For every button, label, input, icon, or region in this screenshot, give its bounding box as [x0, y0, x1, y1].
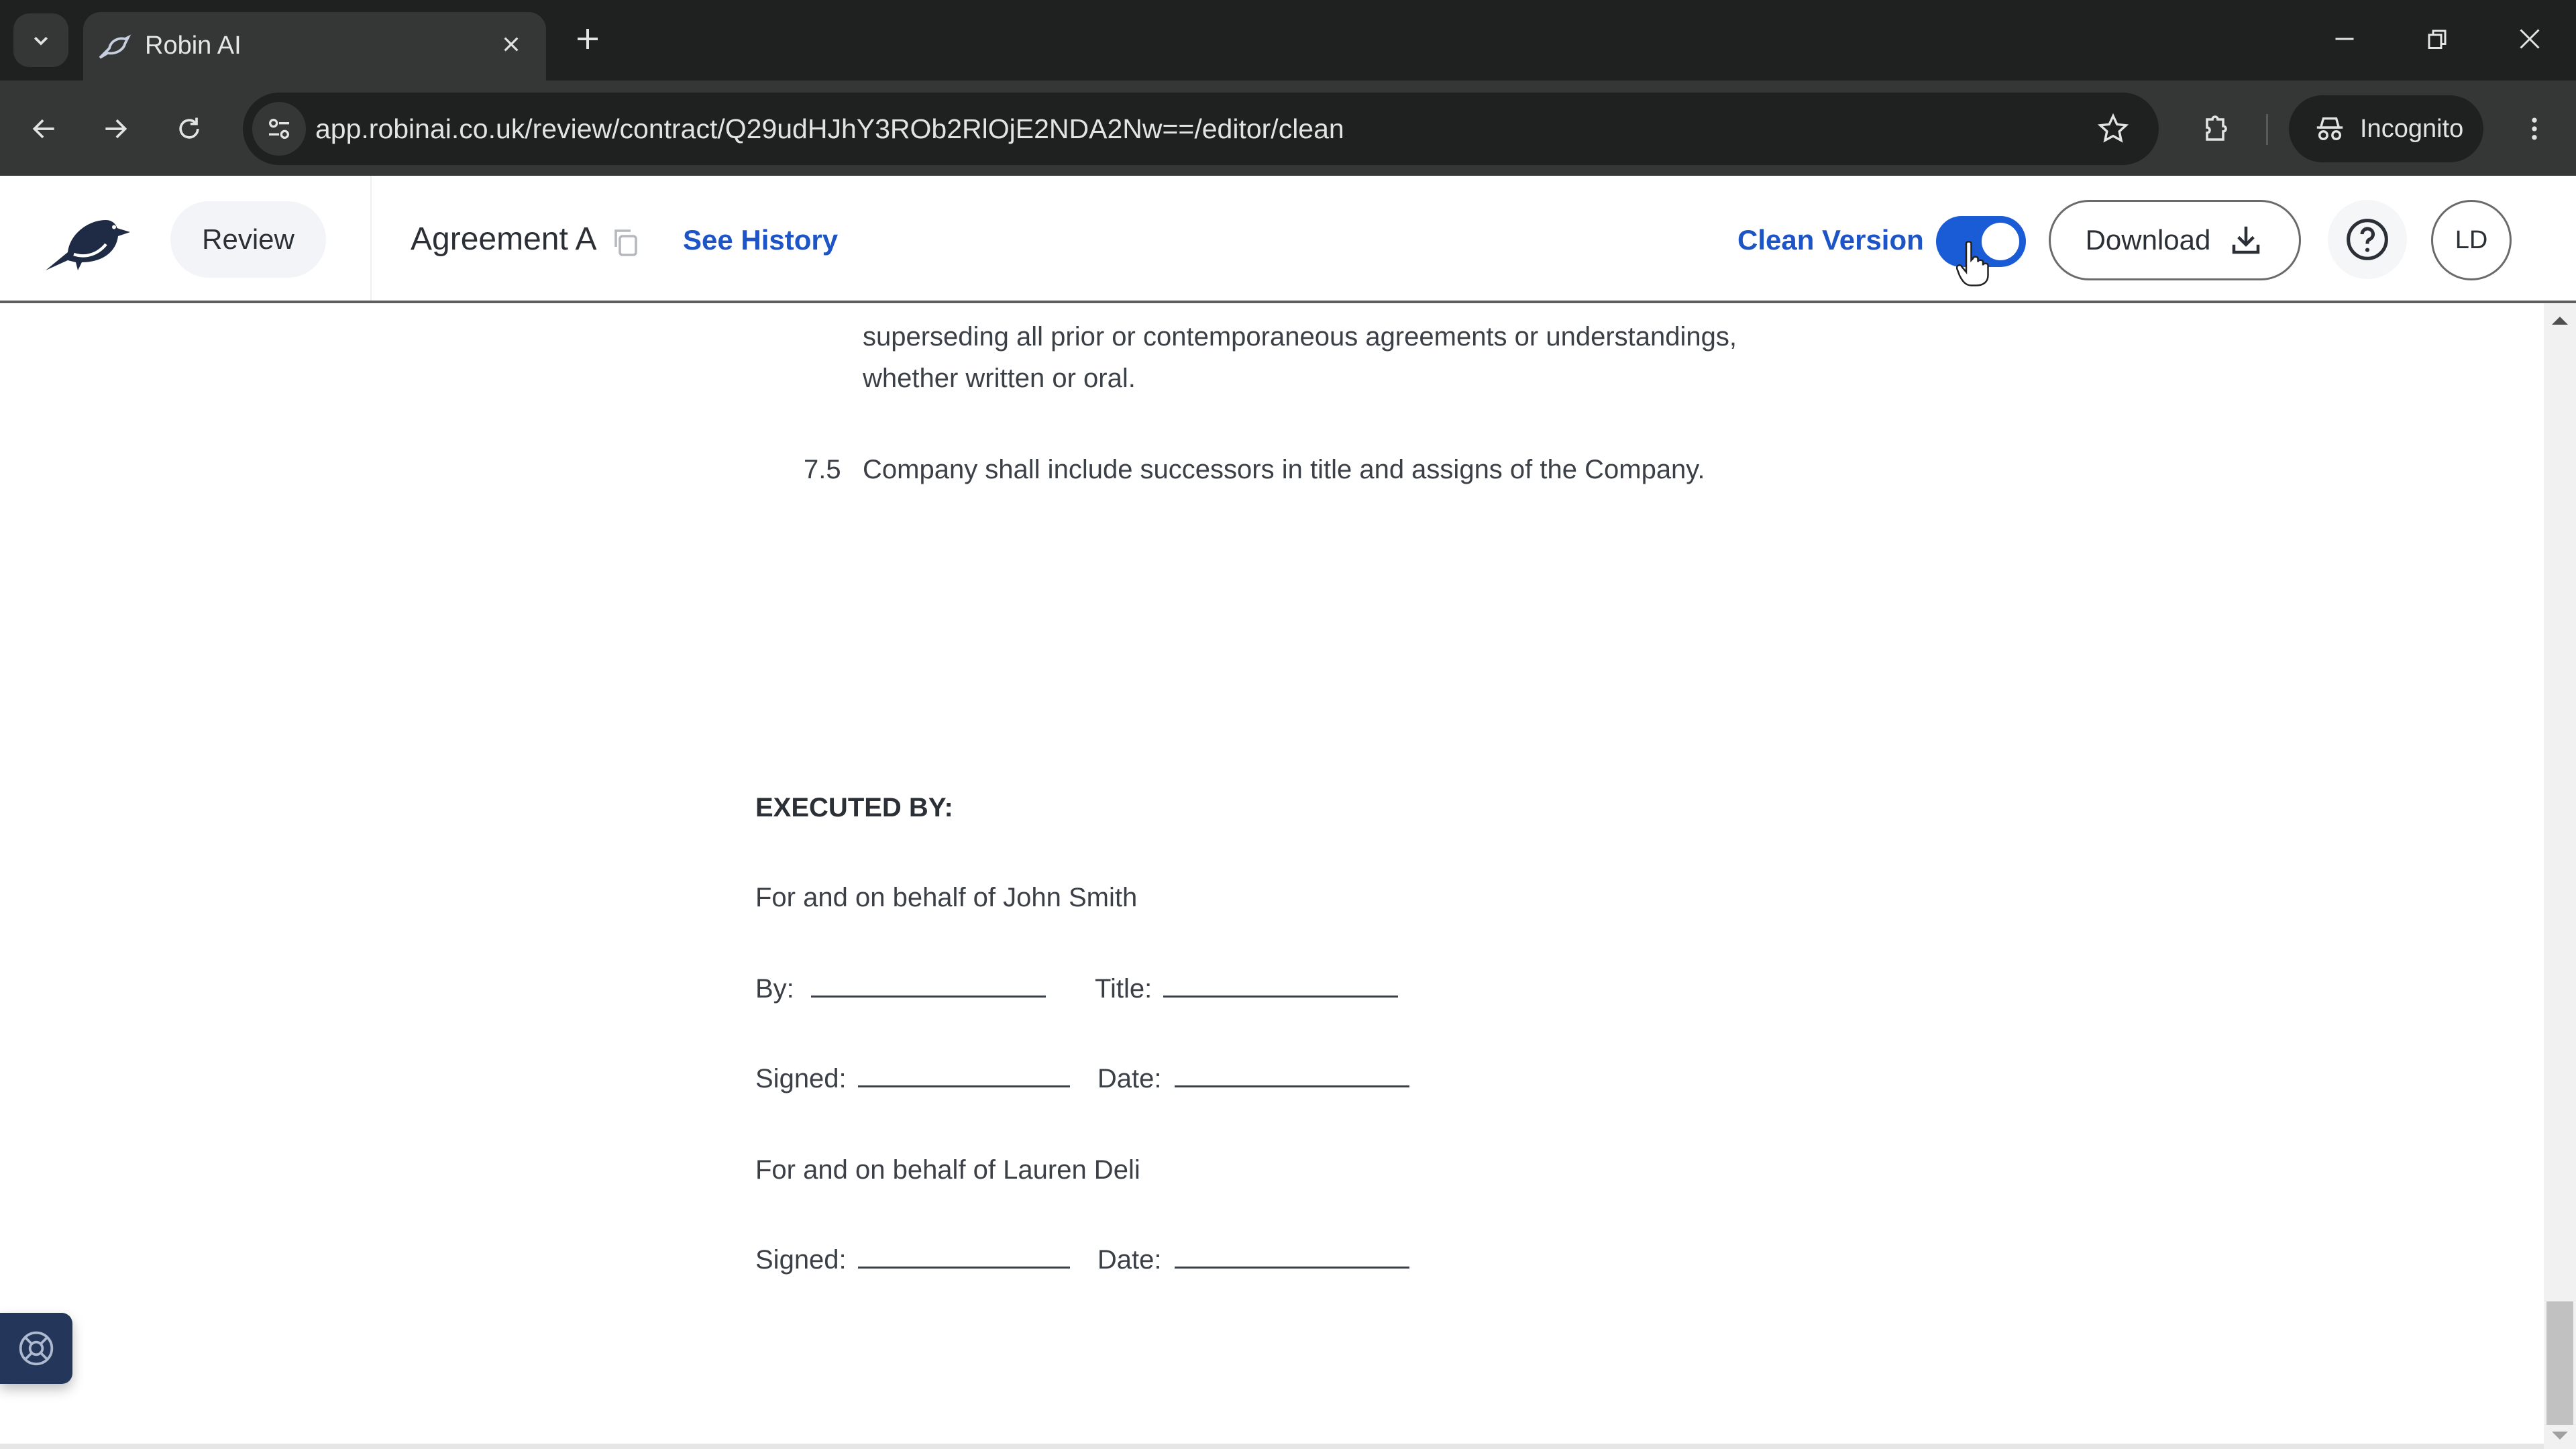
- window-close-button[interactable]: [2500, 13, 2560, 64]
- hand-cursor-icon: [1956, 240, 1989, 286]
- signed-label: Signed:: [755, 1064, 847, 1093]
- clause-number: 7.5: [804, 455, 841, 484]
- robin-logo-icon[interactable]: [38, 212, 138, 272]
- incognito-label: Incognito: [2360, 114, 2464, 143]
- date-label: Date:: [1097, 1245, 1162, 1275]
- date-field[interactable]: [1174, 1059, 1409, 1087]
- address-bar[interactable]: app.robinai.co.uk/review/contract/Q29udH…: [243, 93, 2159, 165]
- url-text[interactable]: app.robinai.co.uk/review/contract/Q29udH…: [315, 111, 1344, 146]
- header-divider: [370, 176, 372, 301]
- lifebuoy-icon: [19, 1331, 54, 1366]
- help-button[interactable]: [2328, 200, 2407, 279]
- robin-favicon-icon: [99, 34, 131, 59]
- star-icon: [2098, 113, 2129, 143]
- title-field[interactable]: [1163, 969, 1399, 998]
- signature-row: By: Title:: [755, 969, 1399, 1009]
- tab-search-button[interactable]: [13, 13, 68, 67]
- clause-text-line: superseding all prior or contemporaneous…: [863, 322, 1737, 352]
- document-editor: superseding all prior or contemporaneous…: [0, 303, 2544, 1449]
- party-2-line: For and on behalf of Lauren Deli: [755, 1155, 1140, 1185]
- signed-label: Signed:: [755, 1245, 847, 1275]
- review-nav-button[interactable]: Review: [170, 201, 326, 278]
- signed-field[interactable]: [857, 1059, 1070, 1087]
- help-circle-icon: [2347, 219, 2388, 260]
- minimize-icon: [2335, 38, 2354, 40]
- executed-by-heading: EXECUTED BY:: [755, 793, 953, 822]
- restore-button[interactable]: [2407, 13, 2467, 64]
- scroll-down-arrow[interactable]: [2552, 1432, 2568, 1440]
- puzzle-icon: [2206, 115, 2227, 141]
- browser-menu-button[interactable]: [2509, 103, 2560, 154]
- party-1-line: For and on behalf of John Smith: [755, 883, 1138, 912]
- close-icon: [2520, 29, 2540, 49]
- browser-toolbar: app.robinai.co.uk/review/contract/Q29udH…: [0, 80, 2576, 176]
- support-button[interactable]: [0, 1313, 72, 1384]
- restore-icon: [2428, 30, 2447, 49]
- signature-row: Signed: Date:: [755, 1240, 1409, 1280]
- plus-icon: [578, 29, 598, 49]
- bookmark-button[interactable]: [2094, 110, 2132, 148]
- new-tab-button[interactable]: [568, 19, 608, 59]
- user-avatar[interactable]: LD: [2431, 200, 2512, 280]
- minimize-button[interactable]: [2314, 13, 2375, 64]
- reload-icon: [179, 117, 199, 139]
- tab-close-button[interactable]: [492, 25, 530, 63]
- back-button[interactable]: [19, 103, 70, 154]
- date-field[interactable]: [1174, 1240, 1409, 1269]
- title-label: Title:: [1095, 974, 1152, 1004]
- incognito-icon: [2316, 117, 2343, 141]
- document-title: Agreement A: [411, 221, 597, 257]
- reload-button[interactable]: [164, 103, 215, 154]
- close-icon: [504, 37, 519, 52]
- copy-icon[interactable]: [609, 225, 641, 258]
- download-icon: [2233, 226, 2260, 254]
- date-label: Date:: [1097, 1064, 1162, 1093]
- by-label: By:: [755, 974, 794, 1004]
- tune-icon: [269, 119, 289, 139]
- scroll-up-arrow[interactable]: [2552, 317, 2568, 325]
- forward-button[interactable]: [90, 103, 141, 154]
- download-button[interactable]: Download: [2049, 200, 2301, 280]
- incognito-indicator[interactable]: Incognito: [2289, 95, 2483, 162]
- tab-title: Robin AI: [145, 32, 241, 60]
- more-vertical-icon: [2532, 117, 2537, 140]
- toolbar-divider: [2266, 114, 2268, 145]
- clause-text-line: whether written or oral.: [863, 364, 1136, 393]
- horizontal-scroll-track: [0, 1444, 2544, 1449]
- scrollbar-thumb[interactable]: [2546, 1301, 2573, 1425]
- arrow-left-icon: [32, 119, 54, 139]
- see-history-link[interactable]: See History: [683, 223, 838, 258]
- arrow-right-icon: [105, 119, 127, 139]
- extensions-button[interactable]: [2191, 103, 2242, 154]
- download-label: Download: [2085, 224, 2211, 256]
- document-scrollbar[interactable]: [2544, 303, 2576, 1449]
- chevron-down-icon: [34, 36, 48, 46]
- clause-7-5-text: Company shall include successors in titl…: [863, 455, 1705, 484]
- clean-version-label: Clean Version: [1737, 224, 1924, 256]
- app-header: Review Agreement A See History Clean Ver…: [0, 176, 2576, 303]
- signed-field[interactable]: [857, 1240, 1070, 1269]
- browser-tab-active[interactable]: Robin AI: [83, 12, 546, 80]
- site-info-button[interactable]: [252, 102, 306, 156]
- browser-tab-strip: Robin AI: [0, 0, 2576, 80]
- signature-row: Signed: Date:: [755, 1059, 1409, 1099]
- by-field[interactable]: [810, 969, 1046, 998]
